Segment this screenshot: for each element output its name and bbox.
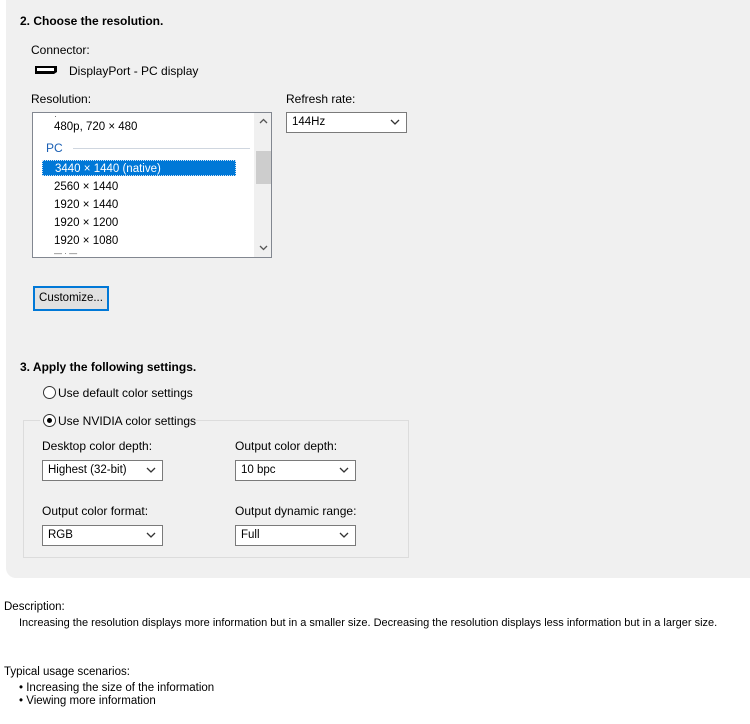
description-label: Description: xyxy=(4,601,65,613)
chevron-down-icon xyxy=(390,119,400,125)
dynamic-range-label: Output dynamic range: xyxy=(235,504,357,518)
desktop-depth-label: Desktop color depth: xyxy=(42,439,153,453)
output-depth-select[interactable]: 10 bpc xyxy=(235,460,356,481)
connector-label: Connector: xyxy=(31,43,90,57)
chevron-down-icon xyxy=(339,467,349,473)
scroll-up-icon[interactable] xyxy=(255,113,271,130)
usage-item-text: Increasing the size of the information xyxy=(26,682,215,694)
list-item-clipped: — · — xyxy=(54,251,78,257)
resolution-item-1920x1440[interactable]: 1920 × 1440 xyxy=(42,197,236,213)
description-text: Increasing the resolution displays more … xyxy=(19,617,718,629)
resolution-item-480p[interactable]: 480p, 720 × 480 xyxy=(42,119,236,135)
color-format-select[interactable]: RGB xyxy=(42,525,163,546)
resolution-scrollbar[interactable] xyxy=(254,113,271,257)
dynamic-range-select[interactable]: Full xyxy=(235,525,356,546)
displayport-icon xyxy=(34,64,58,78)
refresh-rate-label: Refresh rate: xyxy=(286,92,356,106)
section2-title: 2. Choose the resolution. xyxy=(20,14,164,28)
refresh-rate-select[interactable]: 144Hz xyxy=(286,112,407,133)
radio-default-label[interactable]: Use default color settings xyxy=(58,386,193,400)
chevron-down-icon xyxy=(146,467,156,473)
usage-item-text: Viewing more information xyxy=(26,695,156,707)
desktop-depth-value: Highest (32-bit) xyxy=(48,464,127,476)
output-depth-value: 10 bpc xyxy=(241,464,276,476)
radio-default-color[interactable] xyxy=(43,386,56,399)
radio-nvidia-label[interactable]: Use NVIDIA color settings xyxy=(58,414,196,428)
resolution-item-1920x1200[interactable]: 1920 × 1200 xyxy=(42,215,236,231)
resolution-item-1920x1080[interactable]: 1920 × 1080 xyxy=(42,233,236,249)
group-divider xyxy=(73,148,250,149)
scroll-down-icon[interactable] xyxy=(255,240,271,257)
dynamic-range-value: Full xyxy=(241,529,260,541)
scroll-thumb[interactable] xyxy=(256,151,271,184)
usage-label: Typical usage scenarios: xyxy=(4,666,130,678)
usage-item: • Viewing more information xyxy=(19,695,156,707)
usage-item: • Increasing the size of the information xyxy=(19,682,215,694)
resolution-group-pc: PC xyxy=(46,141,63,155)
resolution-item-2560[interactable]: 2560 × 1440 xyxy=(42,179,236,195)
resolution-item-selected[interactable]: 3440 × 1440 (native) xyxy=(42,160,236,176)
chevron-down-icon xyxy=(339,532,349,538)
color-format-label: Output color format: xyxy=(42,504,149,518)
resolution-listbox[interactable]: · 480p, 720 × 480 PC 3440 × 1440 (native… xyxy=(32,112,272,258)
section3-title: 3. Apply the following settings. xyxy=(20,360,197,374)
chevron-down-icon xyxy=(146,532,156,538)
radio-nvidia-color[interactable] xyxy=(43,414,56,427)
customize-button[interactable]: Customize... xyxy=(33,286,109,311)
color-format-value: RGB xyxy=(48,529,73,541)
output-depth-label: Output color depth: xyxy=(235,439,338,453)
desktop-depth-select[interactable]: Highest (32-bit) xyxy=(42,460,163,481)
connector-value: DisplayPort - PC display xyxy=(69,64,199,78)
resolution-label: Resolution: xyxy=(31,92,92,106)
refresh-rate-value: 144Hz xyxy=(292,116,326,128)
